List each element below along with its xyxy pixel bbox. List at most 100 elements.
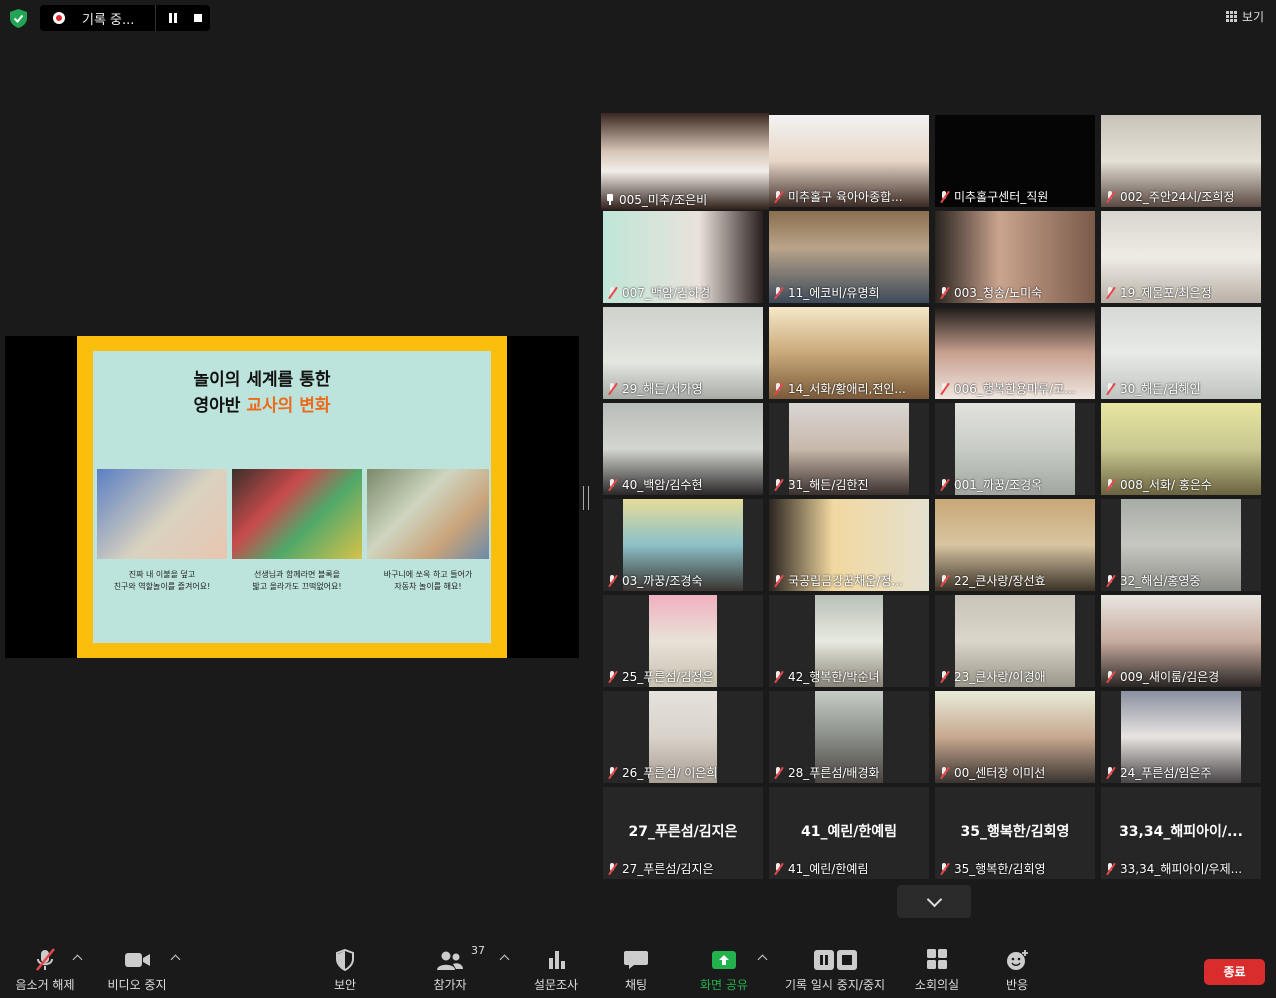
next-page-chevron-down-icon[interactable] <box>897 885 971 918</box>
participant-tile[interactable]: 03_까꿍/조경숙 <box>603 499 763 591</box>
participant-tile[interactable]: 31_해든/김한진 <box>769 403 929 495</box>
participant-tile[interactable]: 35_행복한/김회영 35_행복한/김회영 <box>935 787 1095 879</box>
participant-tile[interactable]: 40_백암/김수현 <box>603 403 763 495</box>
breakout-rooms-button[interactable]: 소회의실 <box>892 938 982 993</box>
participant-tile[interactable]: 008_서화/ 홍은수 <box>1101 403 1261 495</box>
unmute-button[interactable]: 음소거 해제 <box>0 938 90 993</box>
participant-name: 008_서화/ 홍은수 <box>1120 478 1212 492</box>
pause-stop-recording-button[interactable]: 기록 일시 중지/중지 <box>780 938 890 993</box>
participants-button[interactable]: 37 참가자 <box>405 938 495 993</box>
participant-tile[interactable]: 28_푸른섬/배경화 <box>769 691 929 783</box>
participant-name: 미추홀구센터_직원 <box>954 190 1049 204</box>
participant-display-name: 33,34_해피아이/... <box>1119 824 1243 840</box>
participant-tile[interactable]: 002_주안24시/조희정 <box>1101 115 1261 207</box>
participant-tile[interactable]: 33,34_해피아이/... 33,34_해피아이/우제... <box>1101 787 1261 879</box>
participant-name-bar: 005_미추/조은비 <box>605 191 765 208</box>
pause-stop-recording-label: 기록 일시 중지/중지 <box>785 978 885 992</box>
muted-mic-icon <box>607 766 618 779</box>
pause-recording-icon[interactable] <box>168 13 178 23</box>
muted-mic-icon <box>773 190 784 203</box>
participant-name: 27_푸른섬/김지은 <box>622 862 714 876</box>
polls-button[interactable]: 설문조사 <box>511 938 601 993</box>
participant-tile[interactable]: 30_해든/김혜인 <box>1101 307 1261 399</box>
participant-tile[interactable]: 42_행복한/박순녀 <box>769 595 929 687</box>
participant-name: 23_큰사랑/이경애 <box>954 670 1046 684</box>
participant-name: 30_해든/김혜인 <box>1120 382 1201 396</box>
participant-name-bar: 31_해든/김한진 <box>773 476 925 493</box>
muted-mic-icon <box>607 286 618 299</box>
muted-mic-icon <box>1105 286 1116 299</box>
chat-button[interactable]: 채팅 <box>591 938 681 993</box>
participant-name-bar: 22_큰사랑/장선효 <box>939 572 1091 589</box>
muted-mic-icon <box>773 862 784 875</box>
resize-handle[interactable] <box>583 486 589 510</box>
share-screen-button[interactable]: 화면 공유 <box>679 938 769 993</box>
participant-name: 24_푸른섬/임은주 <box>1120 766 1212 780</box>
muted-mic-icon <box>607 670 618 683</box>
participant-name-bar: 29_해든/서가영 <box>607 380 759 397</box>
participant-name-bar: 006_행복한용마루/고... <box>939 380 1091 397</box>
participant-tile[interactable]: 41_예린/한예림 41_예린/한예림 <box>769 787 929 879</box>
participants-icon: 37 <box>435 944 485 972</box>
muted-mic-icon <box>1105 862 1116 875</box>
participant-name: 007_백암/김하경 <box>622 286 711 300</box>
participant-tile[interactable]: 001_까꿍/조경옥 <box>935 403 1095 495</box>
participant-name: 40_백암/김수현 <box>622 478 703 492</box>
stop-video-button[interactable]: 비디오 중지 <box>92 938 182 993</box>
participants-count: 37 <box>471 944 485 957</box>
participant-name-bar: 41_예린/한예림 <box>773 860 925 877</box>
participant-name: 00_센터장 이미선 <box>954 766 1046 780</box>
grid-view-icon <box>1225 11 1237 22</box>
participant-tile[interactable]: 22_큰사랑/장선효 <box>935 499 1095 591</box>
breakout-rooms-label: 소회의실 <box>914 978 960 992</box>
participant-tile[interactable]: 009_새이룸/김은경 <box>1101 595 1261 687</box>
participant-tile[interactable]: 25_푸른섬/김정은 <box>603 595 763 687</box>
reactions-button[interactable]: 반응 <box>972 938 1062 993</box>
participant-name: 32_해심/홍영중 <box>1120 574 1201 588</box>
shield-icon <box>330 948 360 972</box>
top-bar: 기록 중... 보기 <box>0 0 1276 36</box>
participant-tile[interactable]: 24_푸른섬/임은주 <box>1101 691 1261 783</box>
participant-tile[interactable]: 27_푸른섬/김지은 27_푸른섬/김지은 <box>603 787 763 879</box>
participant-name: 003_청송/노미숙 <box>954 286 1043 300</box>
meeting-toolbar: 음소거 해제 비디오 중지 보안 37 참가자 설문조사 채팅 화면 공유 기록… <box>0 938 1276 998</box>
participant-tile[interactable]: 14_서화/황애리,전인... <box>769 307 929 399</box>
participant-tile[interactable]: 미추홀구 육아아종합... <box>769 115 929 207</box>
participant-tile[interactable]: 005_미추/조은비 <box>601 113 769 210</box>
slide-caption: 진짜 내 이불을 덮고 친구와 역할놀이를 즐겨어요! <box>113 570 211 591</box>
participant-name: 25_푸른섬/김정은 <box>622 670 714 684</box>
shared-screen: 놀이의 세계를 통한 영아반 교사의 변화 진짜 내 이불을 덮고 친구와 역할… <box>5 336 579 658</box>
participant-tile[interactable]: 미추홀구센터_직원 <box>935 115 1095 207</box>
security-button[interactable]: 보안 <box>300 938 390 993</box>
participant-tile[interactable]: 19_제물포/최은정 <box>1101 211 1261 303</box>
participant-tile[interactable]: 11_에코비/유명희 <box>769 211 929 303</box>
participant-tile[interactable]: 007_백암/김하경 <box>603 211 763 303</box>
slide-frame: 놀이의 세계를 통한 영아반 교사의 변화 진짜 내 이불을 덮고 친구와 역할… <box>77 336 507 658</box>
participant-tile[interactable]: 006_행복한용마루/고... <box>935 307 1095 399</box>
muted-mic-icon <box>939 382 950 395</box>
view-button[interactable]: 보기 <box>1225 8 1264 25</box>
participant-tile[interactable]: 29_해든/서가영 <box>603 307 763 399</box>
breakout-rooms-icon <box>922 948 952 972</box>
participant-tile[interactable]: 32_해심/홍영중 <box>1101 499 1261 591</box>
participant-name-bar: 14_서화/황애리,전인... <box>773 380 925 397</box>
stop-recording-icon[interactable] <box>194 14 202 22</box>
participant-tile[interactable]: 003_청송/노미숙 <box>935 211 1095 303</box>
muted-mic-icon <box>773 574 784 587</box>
participant-name-bar: 26_푸른섬/ 이은희 <box>607 764 759 781</box>
security-shield-icon[interactable] <box>10 9 27 28</box>
participant-tile[interactable]: 00_센터장 이미선 <box>935 691 1095 783</box>
participant-tile[interactable]: 23_큰사랑/이경애 <box>935 595 1095 687</box>
participant-tile[interactable]: 26_푸른섬/ 이은희 <box>603 691 763 783</box>
participant-tile[interactable]: 국공립금강꿈채운/정... <box>769 499 929 591</box>
participant-name-bar: 33,34_해피아이/우제... <box>1105 860 1257 877</box>
participant-name-bar: 40_백암/김수현 <box>607 476 759 493</box>
end-meeting-button[interactable]: 종료 <box>1204 959 1265 985</box>
reactions-label: 반응 <box>1005 978 1029 992</box>
participant-name: 14_서화/황애리,전인... <box>788 382 906 396</box>
participant-name: 29_해든/서가영 <box>622 382 703 396</box>
smiley-add-icon <box>1002 948 1032 972</box>
participants-options-caret-icon[interactable] <box>499 954 510 965</box>
participant-name-bar: 28_푸른섬/배경화 <box>773 764 925 781</box>
slide-photo <box>97 469 227 559</box>
